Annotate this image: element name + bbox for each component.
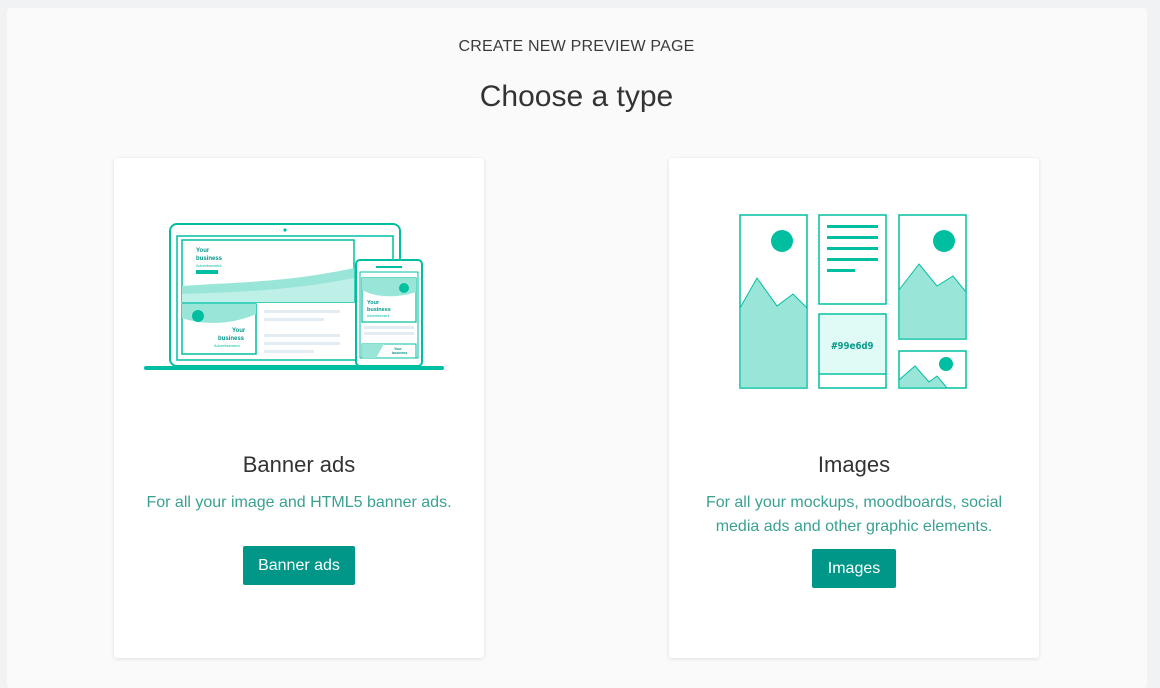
images-card[interactable]: #99e6d9 Images For all your mockups, moo… (669, 158, 1039, 658)
ad-text-line1: Your (196, 248, 210, 254)
svg-text:business: business (367, 307, 391, 313)
svg-text:Your: Your (367, 300, 380, 306)
svg-text:Advertisement: Advertisement (214, 343, 240, 348)
svg-text:Your: Your (232, 328, 246, 334)
banner-ads-title: Banner ads (242, 452, 356, 477)
images-title: Images (817, 452, 891, 477)
images-button[interactable]: Images (812, 549, 896, 588)
banner-ads-button[interactable]: Banner ads (243, 546, 355, 585)
page-title: Choose a type (479, 80, 674, 113)
svg-text:Advertisement: Advertisement (367, 314, 389, 318)
ad-subtext: Advertisement (196, 263, 222, 268)
ad-text-line2: business (196, 256, 223, 262)
svg-text:business: business (218, 336, 245, 342)
page-eyebrow: CREATE NEW PREVIEW PAGE (458, 38, 695, 55)
images-description: For all your mockups, moodboards, social… (705, 494, 1003, 535)
color-swatch-label: #99e6d9 (831, 341, 873, 352)
image-grid-illustration-icon: #99e6d9 (739, 214, 967, 389)
svg-text:business: business (392, 351, 407, 355)
banner-ads-card[interactable]: Your business Advertisement Your busines… (114, 158, 484, 658)
devices-illustration-icon: Your business Advertisement Your busines… (144, 223, 444, 370)
banner-ads-description: For all your image and HTML5 banner ads. (146, 494, 452, 511)
